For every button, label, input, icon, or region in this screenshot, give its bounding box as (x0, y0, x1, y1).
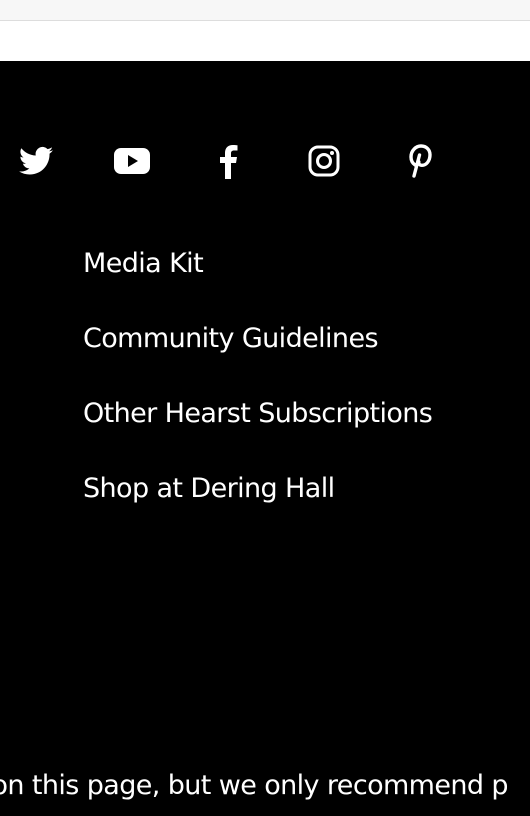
footer-link-item: Other Hearst Subscriptions (83, 391, 433, 466)
youtube-icon (114, 148, 150, 174)
pinterest-link[interactable] (402, 143, 438, 179)
youtube-link[interactable] (114, 143, 150, 179)
footer-link-item: Shop at Dering Hall (83, 466, 432, 541)
social-links (0, 143, 530, 179)
footer-links: Media Kit Community Guidelines Other Hea… (83, 241, 433, 541)
site-footer: Media Kit Community Guidelines Other Hea… (0, 61, 530, 816)
instagram-link[interactable] (306, 143, 342, 179)
footer-link-item: Media Kit (83, 241, 432, 316)
white-band (0, 21, 530, 61)
twitter-icon (19, 146, 53, 175)
twitter-link[interactable] (18, 143, 54, 179)
shop-at-dering-hall-link[interactable]: Shop at Dering Hall (83, 473, 335, 504)
facebook-link[interactable] (210, 143, 246, 179)
media-kit-link[interactable]: Media Kit (83, 248, 204, 279)
affiliate-disclaimer: s on this page, but we only recommend p (0, 770, 509, 801)
facebook-icon (220, 145, 238, 179)
top-strip (0, 0, 530, 21)
footer-link-item: Community Guidelines (83, 316, 432, 391)
other-hearst-subscriptions-link[interactable]: Other Hearst Subscriptions (83, 398, 433, 429)
pinterest-icon (409, 144, 432, 178)
community-guidelines-link[interactable]: Community Guidelines (83, 323, 379, 354)
instagram-icon (308, 145, 340, 177)
